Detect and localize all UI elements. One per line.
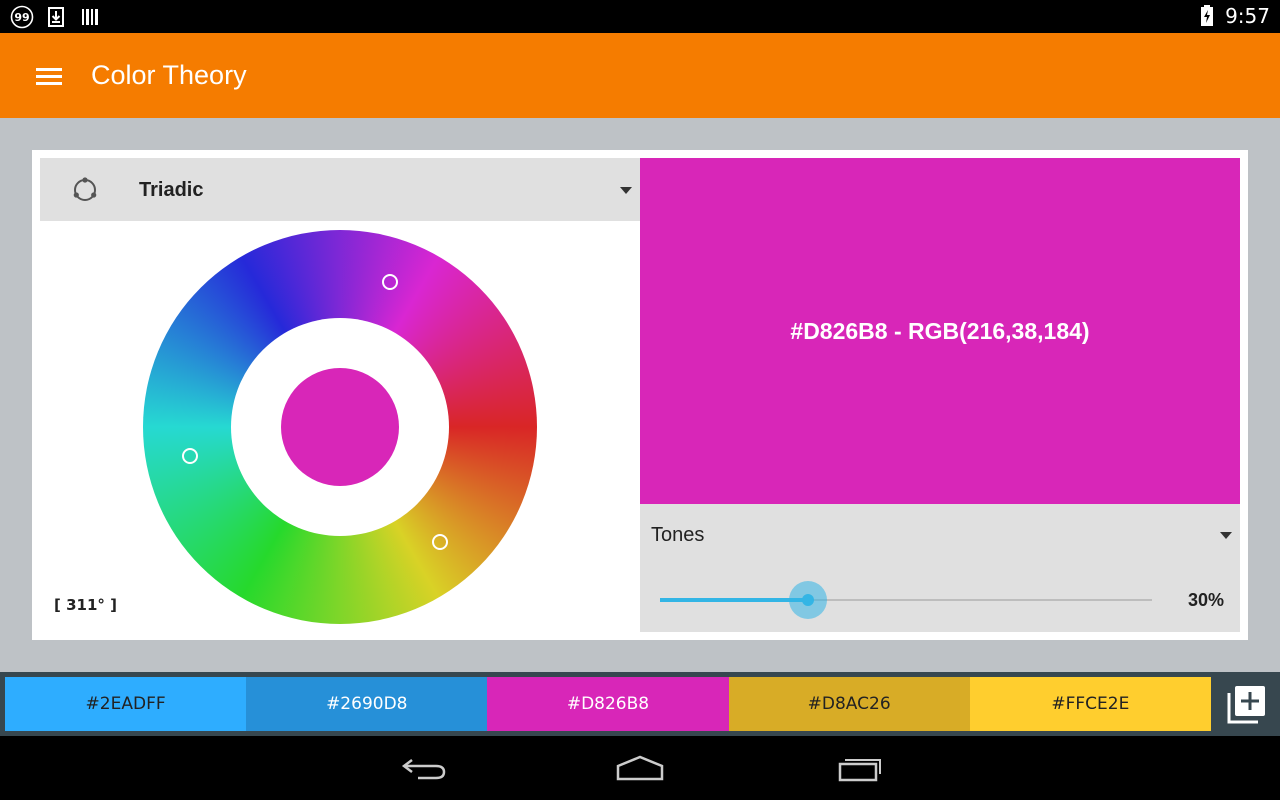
palette-swatch-1[interactable]: #2EADFF [5, 677, 247, 731]
scheme-label: Triadic [139, 179, 204, 201]
palette-swatch-4[interactable]: #D8AC26 [728, 677, 970, 731]
color-wheel-hole [231, 318, 449, 536]
scheme-dropdown-arrow-icon [620, 187, 632, 194]
tones-dropdown[interactable]: Tones [640, 504, 1240, 564]
tones-value: 30% [1187, 590, 1224, 610]
palette-swatch-3[interactable]: #D826B8 [487, 677, 729, 731]
status-bar-system: 9:57 [1195, 4, 1270, 28]
content-area: Triadic [ 311° ] #D826B8 - RGB(216,38,18… [0, 118, 1280, 672]
color-card: Triadic [ 311° ] #D826B8 - RGB(216,38,18… [32, 150, 1248, 640]
add-to-collection-icon [1227, 686, 1265, 724]
back-button[interactable] [394, 750, 454, 786]
status-bar-notifications: 99 [10, 5, 102, 29]
selected-color-preview [281, 368, 399, 486]
home-button[interactable] [610, 750, 670, 786]
tones-dropdown-arrow-icon [1220, 532, 1232, 539]
status-bar: 99 9:57 [0, 0, 1280, 33]
tones-slider-fill [660, 598, 808, 602]
notification-badge-text: 99 [14, 11, 29, 24]
barcode-icon [78, 5, 102, 29]
palette-bar: #2EADFF #2690D8 #D826B8 #D8AC26 #FFCE2E [0, 672, 1280, 736]
handle-secondary[interactable] [381, 274, 398, 291]
selected-color-value: #D826B8 - RGB(216,38,184) [790, 317, 1090, 344]
hamburger-menu-icon [36, 68, 62, 85]
hue-angle-label: [ 311° ] [54, 596, 117, 614]
recent-apps-icon [838, 759, 881, 782]
add-palette-button[interactable] [1222, 680, 1272, 728]
app-title: Color Theory [91, 60, 247, 90]
home-icon [616, 755, 664, 781]
status-clock: 9:57 [1225, 4, 1270, 28]
back-icon [401, 759, 446, 780]
handle-primary[interactable] [432, 534, 449, 551]
navigation-bar [0, 736, 1280, 800]
tones-slider-thumb[interactable] [801, 594, 814, 606]
palette-swatch-2[interactable]: #2690D8 [246, 677, 488, 731]
download-icon [44, 5, 68, 29]
notification-count-icon: 99 [10, 5, 34, 29]
tones-label: Tones [651, 524, 705, 546]
triadic-scheme-icon [73, 177, 97, 201]
app-bar: Color Theory [0, 33, 1280, 118]
handle-tertiary[interactable] [181, 448, 198, 465]
menu-button[interactable] [26, 55, 72, 97]
color-wheel[interactable] [143, 230, 537, 624]
battery-charging-icon [1195, 4, 1219, 28]
scheme-dropdown[interactable]: Triadic [40, 158, 640, 221]
palette-swatches: #2EADFF #2690D8 #D826B8 #D8AC26 #FFCE2E [5, 677, 1211, 731]
selected-color-swatch: #D826B8 - RGB(216,38,184) [640, 158, 1240, 504]
recent-apps-button[interactable] [826, 750, 886, 786]
tones-slider[interactable] [660, 581, 1152, 619]
palette-swatch-5[interactable]: #FFCE2E [969, 677, 1211, 731]
tones-panel: Tones 30% [640, 504, 1240, 632]
